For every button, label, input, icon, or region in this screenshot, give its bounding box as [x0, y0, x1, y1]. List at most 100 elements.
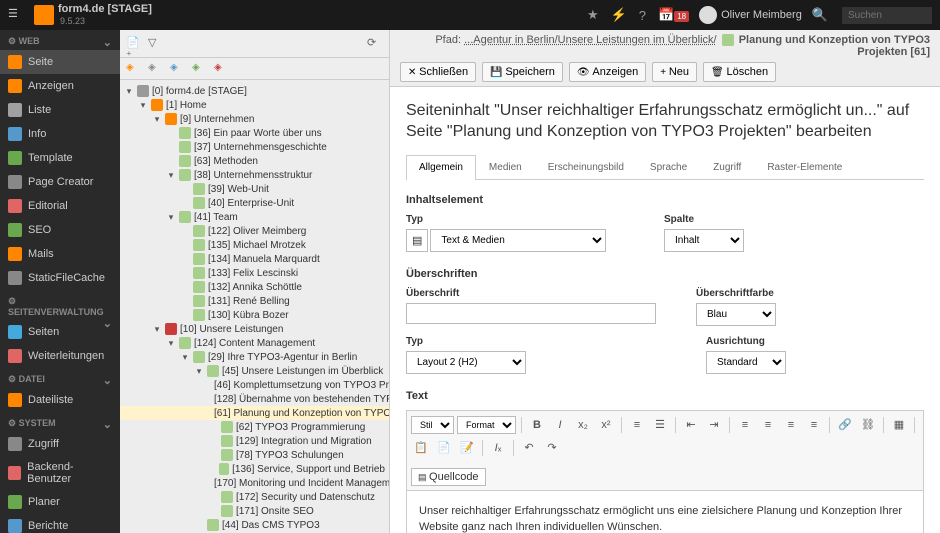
tree-node[interactable]: [129] Integration und Migration	[120, 434, 389, 448]
tree-node[interactable]: [62] TYPO3 Programmierung	[120, 420, 389, 434]
page-backend-icon[interactable]: ◈	[148, 62, 162, 76]
module-item[interactable]: Weiterleitungen	[0, 344, 120, 368]
module-item[interactable]: Seite	[0, 50, 120, 74]
module-item[interactable]: Berichte	[0, 514, 120, 533]
refresh-icon[interactable]: ⟳	[367, 36, 383, 52]
tree-node[interactable]: [61] Planung und Konzeption von TYPO3 Pr…	[120, 406, 389, 420]
breadcrumb-path[interactable]: ...Agentur in Berlin/Unsere Leistungen i…	[464, 34, 717, 46]
module-item[interactable]: Seiten	[0, 320, 103, 344]
tree-node[interactable]: [134] Manuela Marquardt	[120, 252, 389, 266]
page-shortcut-icon[interactable]: ◈	[170, 62, 184, 76]
tab[interactable]: Medien	[476, 155, 535, 179]
save-button[interactable]: 💾 Speichern	[482, 62, 563, 82]
module-item[interactable]: Mails	[0, 242, 120, 266]
global-search-input[interactable]	[842, 7, 932, 24]
header-type-select[interactable]: Layout 2 (H2)	[406, 351, 526, 374]
align-right-icon[interactable]: ≡	[781, 415, 801, 435]
module-item[interactable]: StaticFileCache	[0, 266, 120, 290]
new-page-icon[interactable]: 📄⁺	[126, 36, 142, 52]
ctype-icon[interactable]: ▤	[406, 229, 428, 252]
tree-toggle-icon[interactable]: ▾	[166, 212, 176, 223]
tree-node[interactable]: ▾[10] Unsere Leistungen	[120, 322, 389, 336]
module-item[interactable]: Planer	[0, 490, 120, 514]
user-name[interactable]: Oliver Meimberg	[721, 9, 802, 21]
rte-format-select[interactable]: Format	[457, 416, 516, 434]
tree-node[interactable]: [39] Web-Unit	[120, 182, 389, 196]
tree-node[interactable]: [132] Annika Schöttle	[120, 280, 389, 294]
tab[interactable]: Erscheinungsbild	[535, 155, 637, 179]
tab[interactable]: Raster-Elemente	[754, 155, 855, 179]
delete-button[interactable]: 🗑 Löschen	[703, 62, 776, 82]
copy-icon[interactable]: 📋	[411, 438, 431, 458]
remove-format-icon[interactable]: Iₓ	[488, 438, 508, 458]
link-icon[interactable]: 🔗	[835, 415, 855, 435]
unlink-icon[interactable]: ⛓	[858, 415, 878, 435]
tree-node[interactable]: [46] Komplettumsetzung von TYPO3 Projekt…	[120, 378, 389, 392]
tree-node[interactable]: [40] Enterprise-Unit	[120, 196, 389, 210]
type-select[interactable]: Text & Medien	[430, 229, 606, 252]
tree-toggle-icon[interactable]: ▾	[194, 366, 204, 377]
module-item[interactable]: SEO	[0, 218, 120, 242]
view-button[interactable]: 👁 Anzeigen	[569, 62, 646, 82]
flash-icon[interactable]: ⚡	[611, 7, 627, 23]
list-ul-icon[interactable]: ☰	[650, 415, 670, 435]
paste-icon[interactable]: 📄	[434, 438, 454, 458]
tree-toggle-icon[interactable]: ▾	[152, 114, 162, 125]
module-item[interactable]: Zugriff	[0, 432, 120, 456]
tab[interactable]: Allgemein	[406, 155, 476, 180]
tree-toggle-icon[interactable]: ▾	[152, 324, 162, 335]
tree-toggle-icon[interactable]: ▾	[166, 170, 176, 181]
tree-node[interactable]: [136] Service, Support und Betrieb	[120, 462, 389, 476]
module-item[interactable]: Page Creator	[0, 170, 120, 194]
header-input[interactable]	[406, 303, 656, 324]
tree-node[interactable]: ▾[124] Content Management	[120, 336, 389, 350]
align-select[interactable]: Standard	[706, 351, 786, 374]
indent-icon[interactable]: ⇥	[704, 415, 724, 435]
menu-icon[interactable]: ☰	[8, 7, 24, 23]
tree-node[interactable]: [135] Michael Mrotzek	[120, 238, 389, 252]
module-item[interactable]: Liste	[0, 98, 120, 122]
tree-node[interactable]: ▾[1] Home	[120, 98, 389, 112]
tree-node[interactable]: [36] Ein paar Worte über uns	[120, 126, 389, 140]
tree-node[interactable]: ▾[38] Unternehmensstruktur	[120, 168, 389, 182]
tree-node[interactable]: [37] Unternehmensgeschichte	[120, 140, 389, 154]
module-item[interactable]: Backend-Benutzer	[0, 456, 120, 490]
redo-icon[interactable]: ↷	[542, 438, 562, 458]
tree-toggle-icon[interactable]: ▾	[166, 338, 176, 349]
page-tree[interactable]: ▾[0] form4.de [STAGE]▾[1] Home▾[9] Unter…	[120, 80, 389, 533]
column-select[interactable]: Inhalt	[664, 229, 744, 252]
page-standard-icon[interactable]: ◈	[126, 62, 140, 76]
module-item[interactable]: Info	[0, 122, 120, 146]
align-left-icon[interactable]: ≡	[735, 415, 755, 435]
tab[interactable]: Sprache	[637, 155, 700, 179]
tree-node[interactable]: ▾[29] Ihre TYPO3-Agentur in Berlin	[120, 350, 389, 364]
tree-node[interactable]: [63] Methoden	[120, 154, 389, 168]
tree-node[interactable]: ▾[45] Unsere Leistungen im Überblick	[120, 364, 389, 378]
module-item[interactable]: Editorial	[0, 194, 120, 218]
tree-node[interactable]: [78] TYPO3 Schulungen	[120, 448, 389, 462]
tab[interactable]: Zugriff	[700, 155, 754, 179]
new-button[interactable]: + Neu	[652, 62, 697, 82]
tree-node[interactable]: ▾[0] form4.de [STAGE]	[120, 84, 389, 98]
superscript-icon[interactable]: x²	[596, 415, 616, 435]
rte-style-select[interactable]: Stil	[411, 416, 454, 434]
module-group[interactable]: ⚙ WEB⌄	[0, 30, 120, 50]
outdent-icon[interactable]: ⇤	[681, 415, 701, 435]
user-avatar[interactable]	[699, 6, 717, 24]
tree-node[interactable]: [122] Oliver Meimberg	[120, 224, 389, 238]
list-ol-icon[interactable]: ≡	[627, 415, 647, 435]
tree-node[interactable]: [131] René Belling	[120, 294, 389, 308]
module-item[interactable]: Dateiliste	[0, 388, 120, 412]
paste-text-icon[interactable]: 📝	[457, 438, 477, 458]
undo-icon[interactable]: ↶	[519, 438, 539, 458]
tree-toggle-icon[interactable]: ▾	[124, 86, 134, 97]
module-group[interactable]: ⚙ DATEI⌄	[0, 368, 120, 388]
tree-node[interactable]: [171] Onsite SEO	[120, 504, 389, 518]
filter-icon[interactable]: ▽	[148, 36, 164, 52]
header-color-select[interactable]: Blau	[696, 303, 776, 326]
close-button[interactable]: ✕ Schließen	[400, 62, 476, 82]
italic-icon[interactable]: I	[550, 415, 570, 435]
tree-node[interactable]: [44] Das CMS TYPO3	[120, 518, 389, 532]
module-item[interactable]: Anzeigen	[0, 74, 120, 98]
align-center-icon[interactable]: ≡	[758, 415, 778, 435]
